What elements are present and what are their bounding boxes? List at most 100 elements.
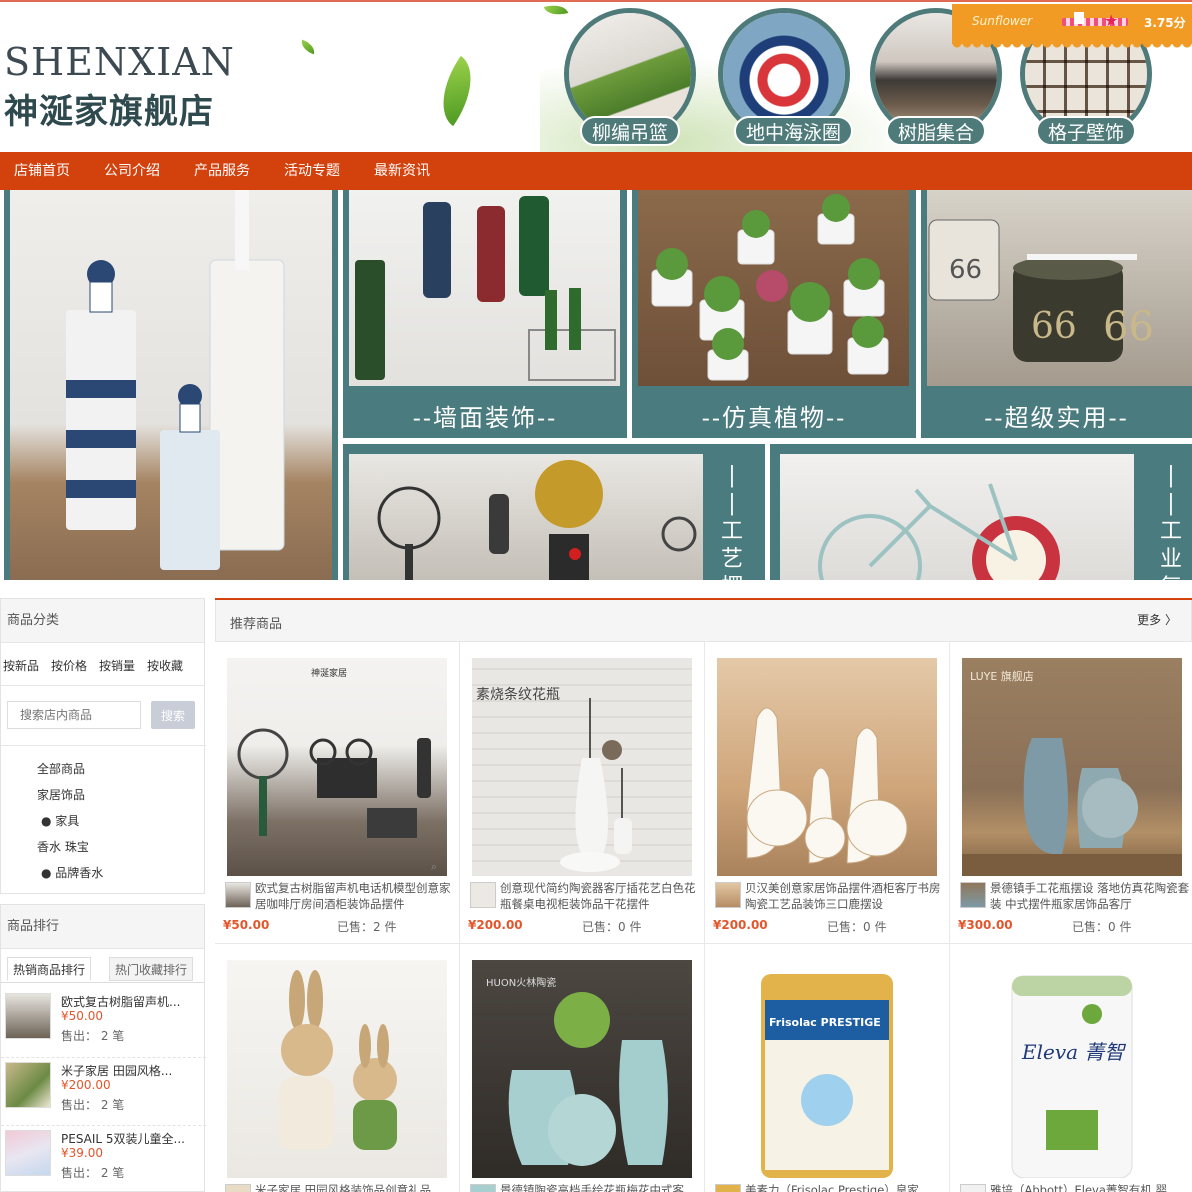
product-mini-thumbnail[interactable] <box>715 1184 741 1192</box>
product-mini-thumbnail[interactable] <box>960 882 986 908</box>
rank-item-title[interactable]: PESAIL 5双装儿童全... <box>61 1130 191 1147</box>
tab-hot-sales[interactable]: 热销商品排行 <box>7 957 92 981</box>
product-image[interactable] <box>227 960 447 1178</box>
product-card[interactable]: LUYE 旗舰店 景德镇手工花瓶摆设 落地仿真花陶瓷套装 中式摆件瓶家居饰品客厅… <box>950 642 1192 944</box>
rank-item[interactable]: 米子家居 田园风格... ¥200.00 售出： 2 笔 <box>1 1057 206 1123</box>
rank-item-title[interactable]: 欧式复古树脂留声机... <box>61 993 191 1010</box>
recommended-header: 推荐商品 更多 〉 <box>215 600 1192 642</box>
more-link[interactable]: 更多 〉 <box>1137 611 1177 628</box>
rating-name: Sunflower <box>972 14 1033 28</box>
banner-tile-industrial[interactable]: ||工业复 <box>770 444 1192 580</box>
product-title[interactable]: 创意现代简约陶瓷器客厅插花艺白色花瓶餐桌电视柜装饰品干花摆件 <box>500 880 700 912</box>
product-image[interactable]: Eleva 菁智 <box>962 960 1182 1178</box>
banner-tile-crafts[interactable]: ||工艺摆 <box>343 444 765 580</box>
product-card[interactable]: 神涎家居 ⌕ 欧式复古树脂留声机电话机模型创意家居咖啡厅房间酒柜装饰品摆件 ¥5… <box>215 642 460 944</box>
category-label-resin-collection[interactable]: 树脂集合 <box>886 116 987 146</box>
product-mini-thumbnail[interactable] <box>225 882 251 908</box>
rank-item-thumbnail <box>5 993 51 1039</box>
product-title[interactable]: 景德镇手工花瓶摆设 落地仿真花陶瓷套装 中式摆件瓶家居饰品客厅 <box>990 880 1190 912</box>
banner-caption-wall-decor: --墙面装饰-- <box>412 404 558 432</box>
product-card[interactable]: Eleva 菁智 雅培（Abbott）Eleva菁智有机 婴 <box>950 944 1192 1192</box>
nav-item-news[interactable]: 最新资讯 <box>374 152 430 190</box>
nav-item-services[interactable]: 产品服务 <box>194 152 250 190</box>
sort-favorites[interactable]: 按收藏 <box>147 657 183 674</box>
banner-vcaption-crafts: ||工艺摆 <box>720 463 743 580</box>
sort-price[interactable]: 按价格 <box>51 657 87 674</box>
svg-text:66: 66 <box>949 255 982 285</box>
shop-search-button[interactable]: 搜索 <box>151 701 195 729</box>
category-item-home-decor[interactable]: 家居饰品 <box>37 786 85 803</box>
product-title[interactable]: 美素力（Frisolac Prestige）皇家 <box>745 1182 945 1192</box>
logo-english[interactable]: SHENXIAN <box>4 40 235 84</box>
nav-item-events[interactable]: 活动专题 <box>284 152 340 190</box>
product-image[interactable]: 素烧条纹花瓶 <box>472 658 692 876</box>
leaf-decoration <box>425 55 489 127</box>
banner-caption-fake-plants: --仿真植物-- <box>701 404 847 432</box>
product-image[interactable]: 神涎家居 ⌕ <box>227 658 447 876</box>
product-mini-thumbnail[interactable] <box>470 1184 496 1192</box>
shop-page: SHENXIAN 神涎家旗舰店 柳编吊篮 地中海泳圈 树脂集合 格子壁饰 Sun… <box>0 0 1192 1192</box>
svg-text:66: 66 <box>1103 304 1154 350</box>
category-label-life-ring[interactable]: 地中海泳圈 <box>734 116 854 146</box>
logo-chinese[interactable]: 神涎家旗舰店 <box>4 84 214 133</box>
product-mini-thumbnail[interactable] <box>225 1184 251 1192</box>
rank-item[interactable]: PESAIL 5双装儿童全... ¥39.00 售出： 2 笔 <box>1 1125 206 1191</box>
product-price: ¥200.00 <box>713 918 768 932</box>
category-item-all[interactable]: 全部商品 <box>37 760 85 777</box>
rating-score: 3.75分 <box>1144 16 1186 30</box>
product-mini-thumbnail[interactable] <box>470 882 496 908</box>
product-mini-thumbnail[interactable] <box>715 882 741 908</box>
product-title[interactable]: 米子家居 田园风格装饰品创意礼品 <box>255 1182 455 1192</box>
leaf-decoration <box>298 39 318 55</box>
product-mini-thumbnail[interactable] <box>960 1184 986 1192</box>
rank-item-price: ¥39.00 <box>61 1146 103 1160</box>
rating-flag-icon <box>1074 12 1084 24</box>
product-card[interactable]: 素烧条纹花瓶 创意现代简约陶瓷器客厅插花艺白色花瓶餐桌电视柜装饰品干花摆件 ¥2… <box>460 642 705 944</box>
sort-divider <box>1 685 204 686</box>
rank-item-price: ¥50.00 <box>61 1009 103 1023</box>
category-item-brand-perfume[interactable]: ● 品牌香水 <box>41 864 103 881</box>
product-image-label: Frisolac PRESTIGE <box>769 1016 881 1029</box>
product-image[interactable]: LUYE 旗舰店 <box>962 658 1182 876</box>
product-card[interactable]: 贝汉美创意家居饰品摆件酒柜客厅书房陶瓷工艺品装饰三口鹿摆设 ¥200.00 已售… <box>705 642 950 944</box>
product-card[interactable]: HUON火林陶瓷 景德镇陶瓷高档手绘花瓶梅花中式客 <box>460 944 705 1192</box>
badge-edge <box>952 43 1192 49</box>
rank-item[interactable]: 欧式复古树脂留声机... ¥50.00 售出： 2 笔 <box>1 989 206 1055</box>
bicycle-clock-photo <box>780 454 1134 580</box>
sort-sales[interactable]: 按销量 <box>99 657 135 674</box>
category-item-perfume-jewelry[interactable]: 香水 珠宝 <box>37 838 89 855</box>
product-card[interactable]: 米子家居 田园风格装饰品创意礼品 <box>215 944 460 1192</box>
product-title[interactable]: 欧式复古树脂留声机电话机模型创意家居咖啡厅房间酒柜装饰品摆件 <box>255 880 455 912</box>
product-image[interactable]: Frisolac PRESTIGE <box>717 960 937 1178</box>
ranking-box-title: 商品排行 <box>1 905 204 949</box>
category-item-furniture[interactable]: ● 家具 <box>41 812 79 829</box>
banner-tile-fake-plants[interactable]: --仿真植物-- <box>632 190 916 438</box>
product-title[interactable]: 雅培（Abbott）Eleva菁智有机 婴 <box>990 1182 1190 1192</box>
recommended-products: 推荐商品 更多 〉 神涎家居 ⌕ 欧式复古树脂留声机电话机模型创意家居咖啡厅房间… <box>215 598 1192 1192</box>
zoom-icon[interactable]: ⌕ <box>431 860 445 874</box>
product-title[interactable]: 贝汉美创意家居饰品摆件酒柜客厅书房陶瓷工艺品装饰三口鹿摆设 <box>745 880 945 912</box>
category-label-grid-shelf[interactable]: 格子壁饰 <box>1036 116 1137 146</box>
product-price: ¥200.00 <box>468 918 523 932</box>
product-image[interactable] <box>717 658 937 876</box>
banner-tile-lighthouse[interactable] <box>4 190 338 580</box>
shop-search-input[interactable] <box>7 701 141 729</box>
sort-new[interactable]: 按新品 <box>3 657 39 674</box>
product-image[interactable]: HUON火林陶瓷 <box>472 960 692 1178</box>
nav-item-company[interactable]: 公司介绍 <box>104 152 160 190</box>
shop-rating-badge[interactable]: Sunflower ★ 3.75分 <box>952 4 1192 49</box>
product-price: ¥300.00 <box>958 918 1013 932</box>
product-card[interactable]: Frisolac PRESTIGE 美素力（Frisolac Prestige）… <box>705 944 950 1192</box>
category-list: 全部商品 家居饰品 ● 家具 香水 珠宝 ● 品牌香水 <box>1 745 206 880</box>
tab-hot-favorites[interactable]: 热门收藏排行 <box>109 957 194 981</box>
shop-header: SHENXIAN 神涎家旗舰店 柳编吊篮 地中海泳圈 树脂集合 格子壁饰 Sun… <box>0 0 1192 152</box>
banner-tile-practical[interactable]: 66 66 66 --超级实用-- <box>921 190 1192 438</box>
rank-item-title[interactable]: 米子家居 田园风格... <box>61 1062 191 1079</box>
nav-item-home[interactable]: 店铺首页 <box>14 152 70 190</box>
rank-item-thumbnail <box>5 1130 51 1176</box>
category-label-hanging-basket[interactable]: 柳编吊篮 <box>580 116 681 146</box>
leaf-decoration <box>543 2 569 19</box>
product-title[interactable]: 景德镇陶瓷高档手绘花瓶梅花中式客 <box>500 1182 700 1192</box>
banner-tile-wall-decor[interactable]: --墙面装饰-- <box>343 190 627 438</box>
rank-item-sold: 售出： 2 笔 <box>61 1166 125 1180</box>
